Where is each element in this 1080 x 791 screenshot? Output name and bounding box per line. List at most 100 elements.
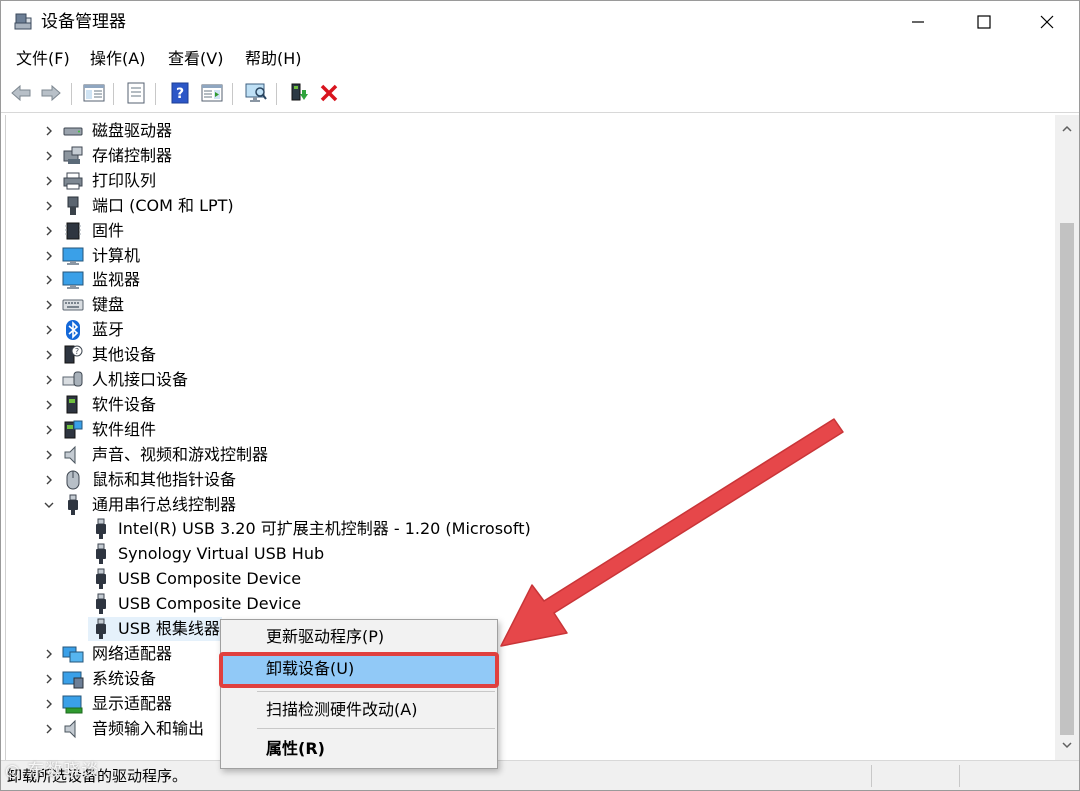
menu-help[interactable]: 帮助(H) (245, 47, 302, 71)
chevron-down-icon (44, 502, 54, 508)
chevron-right-icon (46, 325, 52, 335)
printer-icon (62, 170, 84, 192)
expand-chevron[interactable] (42, 423, 56, 437)
expand-chevron[interactable] (42, 249, 56, 263)
tree-category-label[interactable]: 音频输入和输出 (92, 717, 204, 741)
expand-chevron[interactable] (42, 149, 56, 163)
expand-chevron[interactable] (42, 273, 56, 287)
expand-chevron[interactable] (42, 373, 56, 387)
toolbar: ? (1, 75, 1079, 113)
expand-chevron[interactable] (42, 697, 56, 711)
status-separator (871, 765, 872, 787)
tree-category-label[interactable]: 打印队列 (92, 169, 156, 193)
status-separator (959, 765, 960, 787)
minimize-button[interactable] (885, 1, 951, 43)
display-adapter-icon (62, 693, 84, 715)
toolbar-separator (113, 83, 114, 105)
tree-category-label[interactable]: 人机接口设备 (92, 368, 188, 392)
action-pane-button[interactable] (198, 79, 226, 107)
maximize-button[interactable] (951, 1, 1017, 43)
vertical-scrollbar[interactable] (1055, 115, 1079, 760)
tree-category-label[interactable]: 显示适配器 (92, 692, 172, 716)
title-bar[interactable]: 设备管理器 (1, 1, 1079, 43)
chevron-right-icon (46, 275, 52, 285)
sound-icon (62, 444, 84, 466)
tree-category-label[interactable]: 其他设备 (92, 343, 156, 367)
expand-chevron[interactable] (42, 124, 56, 138)
tree-category-label[interactable]: 系统设备 (92, 667, 156, 691)
close-button[interactable] (1014, 1, 1080, 43)
expand-chevron[interactable] (42, 323, 56, 337)
tree-device-label[interactable]: USB 根集线器 (118, 617, 220, 641)
device-tree[interactable]: 磁盘驱动器 存储控制器 打印队列 端口 (COM 和 LPT) 固件 计算机 监视器 键盘 蓝牙… (5, 115, 1055, 760)
expand-chevron[interactable] (42, 722, 56, 736)
menu-separator (257, 691, 495, 692)
usb-device-icon (90, 568, 112, 590)
menu-item-scan-hardware[interactable]: 扫描检测硬件改动(A) (221, 695, 497, 725)
expand-chevron[interactable] (42, 473, 56, 487)
tree-category-label[interactable]: 软件组件 (92, 418, 156, 442)
system-device-icon (62, 668, 84, 690)
back-icon (11, 84, 31, 102)
scroll-down-button[interactable] (1055, 735, 1079, 755)
update-driver-button[interactable] (285, 79, 313, 107)
back-button[interactable] (7, 79, 35, 107)
tree-category-label[interactable]: 固件 (92, 219, 124, 243)
chevron-right-icon (46, 400, 52, 410)
chevron-up-icon (1062, 125, 1072, 132)
menu-item-update-driver[interactable]: 更新驱动程序(P) (221, 622, 497, 652)
chevron-right-icon (46, 674, 52, 684)
menu-item-properties[interactable]: 属性(R) (221, 734, 497, 764)
tree-category-label[interactable]: 通用串行总线控制器 (92, 493, 236, 517)
expand-chevron[interactable] (42, 174, 56, 188)
expand-chevron[interactable] (42, 224, 56, 238)
menu-view[interactable]: 查看(V) (168, 47, 223, 71)
expand-chevron[interactable] (42, 199, 56, 213)
menu-file[interactable]: 文件(F) (16, 47, 70, 71)
scroll-up-button[interactable] (1055, 119, 1079, 139)
expand-chevron[interactable] (42, 647, 56, 661)
tree-category-label[interactable]: 软件设备 (92, 393, 156, 417)
context-menu: 更新驱动程序(P) 卸载设备(U) 扫描检测硬件改动(A) 属性(R) (220, 619, 498, 769)
tree-category-label[interactable]: 监视器 (92, 268, 140, 292)
expand-chevron[interactable] (42, 672, 56, 686)
tree-category-label[interactable]: 网络适配器 (92, 642, 172, 666)
tree-category-label[interactable]: 鼠标和其他指针设备 (92, 468, 236, 492)
scroll-thumb[interactable] (1060, 223, 1074, 735)
chevron-right-icon (46, 126, 52, 136)
tree-category-label[interactable]: 键盘 (92, 293, 124, 317)
tree-device-label[interactable]: Intel(R) USB 3.20 可扩展主机控制器 - 1.20 (Micro… (118, 517, 531, 541)
tree-device-label[interactable]: Synology Virtual USB Hub (118, 542, 324, 566)
chevron-right-icon (46, 375, 52, 385)
tree-device-label[interactable]: USB Composite Device (118, 592, 301, 616)
uninstall-button[interactable] (315, 79, 343, 107)
help-button[interactable]: ? (166, 79, 194, 107)
tree-device-label[interactable]: USB Composite Device (118, 567, 301, 591)
usb-icon (62, 494, 84, 516)
close-icon (1040, 15, 1054, 29)
tree-category-label[interactable]: 蓝牙 (92, 318, 124, 342)
expand-chevron[interactable] (42, 298, 56, 312)
properties-icon (127, 82, 145, 104)
software-device-icon (62, 394, 84, 416)
console-tree-button[interactable] (80, 79, 108, 107)
properties-button[interactable] (122, 79, 150, 107)
collapse-chevron[interactable] (42, 498, 56, 512)
tree-category-label[interactable]: 端口 (COM 和 LPT) (92, 194, 234, 218)
scan-hardware-icon (245, 83, 267, 102)
tree-category-label[interactable]: 存储控制器 (92, 144, 172, 168)
forward-button[interactable] (37, 79, 65, 107)
tree-category-label[interactable]: 声音、视频和游戏控制器 (92, 443, 268, 467)
menu-action[interactable]: 操作(A) (90, 47, 145, 71)
network-adapter-icon (62, 643, 84, 665)
scan-hardware-button[interactable] (242, 79, 270, 107)
chevron-right-icon (46, 201, 52, 211)
port-icon (62, 195, 84, 217)
tree-category-label[interactable]: 磁盘驱动器 (92, 119, 172, 143)
expand-chevron[interactable] (42, 398, 56, 412)
window-title: 设备管理器 (41, 12, 126, 32)
tree-category-label[interactable]: 计算机 (92, 244, 140, 268)
expand-chevron[interactable] (42, 348, 56, 362)
expand-chevron[interactable] (42, 448, 56, 462)
usb-device-icon (90, 618, 112, 640)
